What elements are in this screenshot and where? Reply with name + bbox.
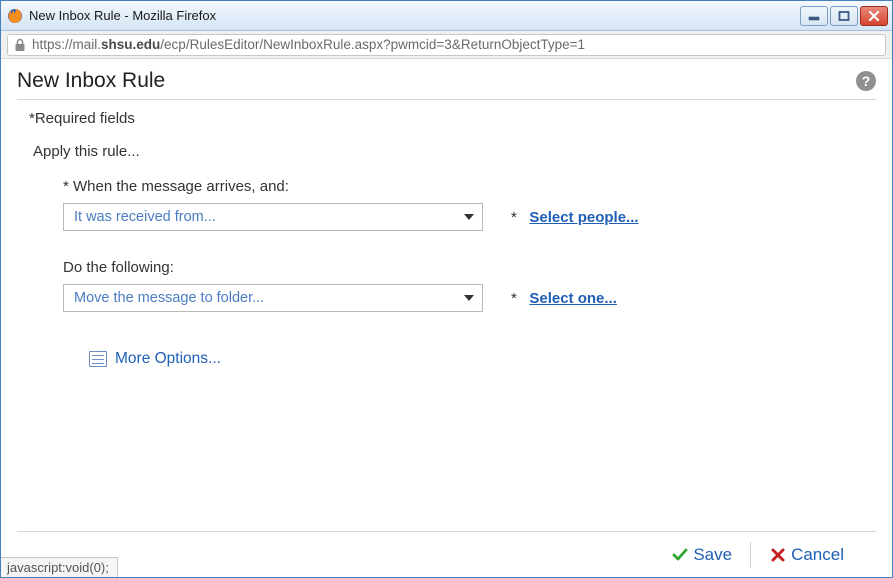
window-titlebar: New Inbox Rule - Mozilla Firefox	[1, 1, 892, 31]
required-asterisk: *	[511, 290, 517, 307]
more-options-link[interactable]: More Options...	[23, 350, 221, 368]
button-bar: Save Cancel	[17, 531, 876, 577]
lock-icon	[14, 38, 26, 52]
firefox-icon	[7, 8, 23, 24]
required-asterisk: *	[511, 209, 517, 226]
x-icon	[769, 546, 787, 564]
cancel-button[interactable]: Cancel	[769, 545, 844, 565]
form-area: *Required fields Apply this rule... * Wh…	[17, 110, 876, 531]
close-button[interactable]	[860, 6, 888, 26]
action-dropdown-value: Move the message to folder...	[74, 290, 264, 306]
divider	[750, 542, 751, 568]
condition-action-cell: * Select people...	[511, 209, 639, 226]
url-field[interactable]: https://mail.shsu.edu/ecp/RulesEditor/Ne…	[7, 34, 886, 56]
action-section: Do the following: Move the message to fo…	[23, 259, 870, 312]
select-one-link[interactable]: Select one...	[529, 290, 617, 307]
url-host: shsu.edu	[101, 37, 160, 52]
page-header: New Inbox Rule ?	[17, 69, 876, 100]
action-action-cell: * Select one...	[511, 290, 617, 307]
minimize-button[interactable]	[800, 6, 828, 26]
action-dropdown[interactable]: Move the message to folder...	[63, 284, 483, 312]
action-label: Do the following:	[63, 259, 870, 276]
condition-label: * When the message arrives, and:	[63, 178, 870, 195]
status-bar: javascript:void(0);	[1, 557, 118, 577]
url-prefix: https://mail.	[32, 37, 101, 52]
chevron-down-icon	[464, 295, 474, 301]
list-icon	[89, 351, 107, 367]
url-path: /ecp/RulesEditor/NewInboxRule.aspx?pwmci…	[160, 37, 585, 52]
required-fields-label: *Required fields	[23, 110, 870, 127]
help-icon[interactable]: ?	[856, 71, 876, 91]
maximize-button[interactable]	[830, 6, 858, 26]
select-people-link[interactable]: Select people...	[529, 209, 638, 226]
address-bar: https://mail.shsu.edu/ecp/RulesEditor/Ne…	[1, 31, 892, 59]
save-button[interactable]: Save	[671, 545, 732, 565]
window-controls	[800, 6, 888, 26]
chevron-down-icon	[464, 214, 474, 220]
page-title: New Inbox Rule	[17, 69, 165, 93]
save-label: Save	[693, 545, 732, 565]
cancel-label: Cancel	[791, 545, 844, 565]
apply-rule-label: Apply this rule...	[23, 143, 870, 160]
check-icon	[671, 546, 689, 564]
condition-section: * When the message arrives, and: It was …	[23, 178, 870, 231]
content-area: New Inbox Rule ? *Required fields Apply …	[1, 59, 892, 577]
window-title: New Inbox Rule - Mozilla Firefox	[29, 8, 800, 23]
condition-dropdown-value: It was received from...	[74, 209, 216, 225]
more-options-label: More Options...	[115, 350, 221, 368]
condition-dropdown[interactable]: It was received from...	[63, 203, 483, 231]
